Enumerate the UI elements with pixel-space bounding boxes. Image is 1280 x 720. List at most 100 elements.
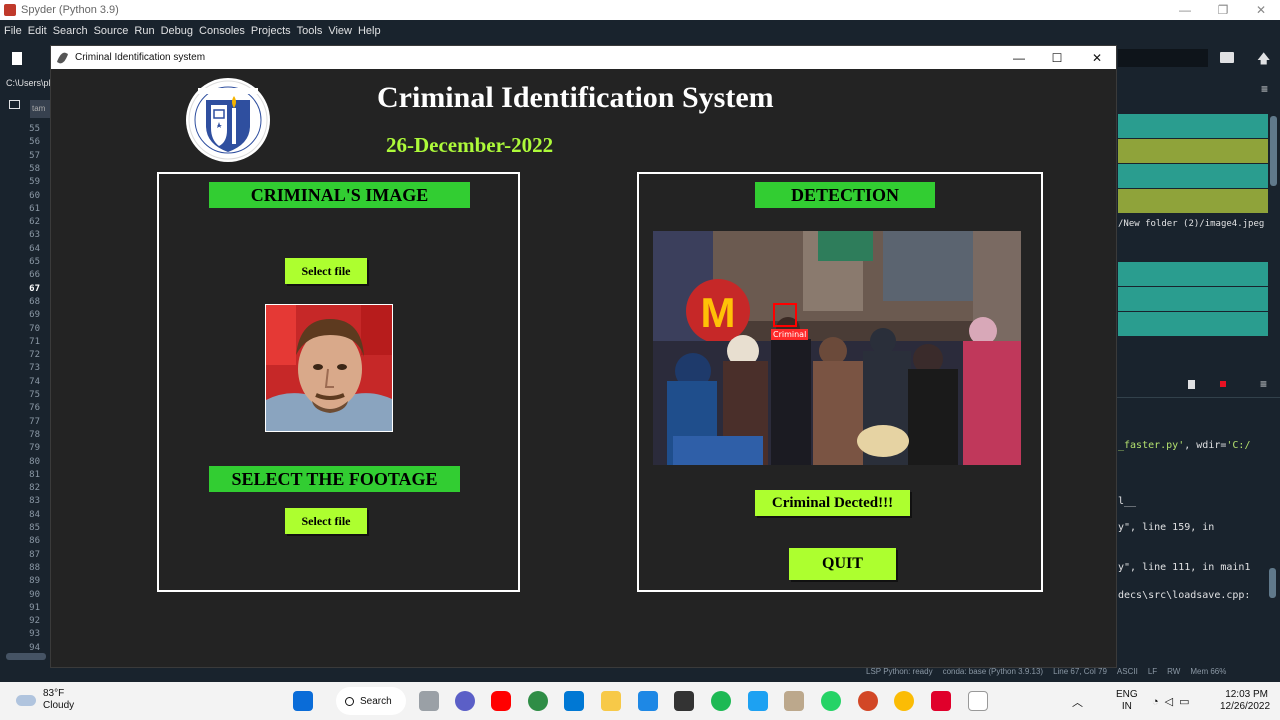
taskbar-search-label: Search xyxy=(360,695,392,707)
status-memory: Mem 66% xyxy=(1190,667,1227,676)
arrow-up-icon[interactable]: 🡅 xyxy=(1257,50,1270,72)
menu-item-file[interactable]: File xyxy=(4,25,22,37)
line-number: 80 xyxy=(29,456,40,467)
console-output[interactable]: _faster.py', wdir='C:/ l__ y", line 159, i… xyxy=(1116,400,1270,660)
browse-tabs-icon[interactable] xyxy=(9,100,20,109)
line-number: 77 xyxy=(29,416,40,427)
language-indicator[interactable]: ENG IN xyxy=(1116,689,1138,713)
menu-item-run[interactable]: Run xyxy=(134,25,154,37)
console-text: _faster.py' xyxy=(1118,440,1185,451)
menu-item-consoles[interactable]: Consoles xyxy=(199,25,245,37)
app-body: Criminal Identification System 26-Decemb… xyxy=(51,69,1116,667)
spyder-close-button[interactable]: ✕ xyxy=(1242,0,1280,20)
microsoft-store-icon[interactable] xyxy=(564,691,584,711)
chevron-up-icon[interactable]: ︿ xyxy=(1072,694,1083,710)
network-volume-battery-icon[interactable]: ◔◁▭ xyxy=(1152,695,1196,708)
document-icon[interactable] xyxy=(968,691,988,711)
geeksforgeeks-icon[interactable] xyxy=(528,691,548,711)
variable-row[interactable] xyxy=(1118,189,1268,213)
editor-horizontal-scrollbar[interactable] xyxy=(6,653,46,660)
menu-item-help[interactable]: Help xyxy=(358,25,381,37)
variable-explorer-scrollbar[interactable] xyxy=(1270,116,1277,186)
console-line: _faster.py', wdir='C:/ xyxy=(1118,440,1250,451)
line-number: 91 xyxy=(29,602,40,613)
status-encoding: ASCII xyxy=(1116,667,1138,676)
youtube-icon[interactable] xyxy=(491,691,511,711)
variable-row[interactable] xyxy=(1118,312,1268,336)
task-view-icon[interactable] xyxy=(419,691,439,711)
line-number: 87 xyxy=(29,549,40,560)
quit-button[interactable]: QUIT xyxy=(789,548,896,580)
line-number: 55 xyxy=(29,124,40,134)
cloud-icon xyxy=(16,694,36,706)
detection-tag: Criminal xyxy=(771,329,809,340)
app-icon[interactable] xyxy=(784,691,804,711)
start-icon[interactable] xyxy=(293,691,313,711)
minimize-button[interactable]: — xyxy=(1000,46,1038,69)
console-menu-icon[interactable]: ≡ xyxy=(1260,377,1267,391)
line-number: 84 xyxy=(29,509,40,520)
menu-item-source[interactable]: Source xyxy=(94,25,129,37)
trash-icon[interactable] xyxy=(1188,380,1195,389)
l-app-icon[interactable] xyxy=(638,691,658,711)
clock[interactable]: 12:03 PM 12/26/2022 xyxy=(1220,689,1270,713)
spotify-icon[interactable] xyxy=(711,691,731,711)
spyder-logo-icon xyxy=(4,4,16,16)
variable-row[interactable] xyxy=(1118,164,1268,188)
app-titlebar: Criminal Identification system — ☐ ✕ xyxy=(51,46,1116,69)
menu-item-view[interactable]: View xyxy=(328,25,352,37)
console-text: y", line 159, in xyxy=(1118,522,1215,533)
select-footage-button[interactable]: Select file xyxy=(285,508,367,534)
detection-panel: DETECTION M Criminal Criminal Dected!!! … xyxy=(637,172,1043,592)
status-mode: RW xyxy=(1167,667,1181,676)
language-region: IN xyxy=(1121,701,1132,712)
console-text: , wdir= xyxy=(1184,440,1227,451)
app-icon[interactable] xyxy=(674,691,694,711)
line-number: 67 xyxy=(29,283,40,294)
line-number: 69 xyxy=(29,310,40,321)
weather-widget[interactable]: 83°F Cloudy xyxy=(16,688,74,712)
spyder-maximize-button[interactable]: ❐ xyxy=(1204,0,1242,20)
close-button[interactable]: ✕ xyxy=(1078,46,1116,69)
twitter-icon[interactable] xyxy=(748,691,768,711)
variable-row[interactable] xyxy=(1118,287,1268,311)
variable-row[interactable] xyxy=(1118,114,1268,138)
folder-icon[interactable] xyxy=(1220,52,1234,63)
variable-row[interactable] xyxy=(1118,139,1268,163)
line-number: 82 xyxy=(29,483,40,494)
console-text: y", line 111, in main1 xyxy=(1118,562,1251,573)
line-number: 86 xyxy=(29,536,40,547)
menu-item-debug[interactable]: Debug xyxy=(161,25,193,37)
pane-menu-icon[interactable]: ≡ xyxy=(1261,82,1268,96)
line-number: 92 xyxy=(29,616,40,627)
stop-icon[interactable] xyxy=(1220,381,1226,387)
console-scrollbar[interactable] xyxy=(1269,568,1276,598)
powerpoint-icon[interactable] xyxy=(858,691,878,711)
app-title: Criminal Identification System xyxy=(377,81,774,114)
variable-row[interactable] xyxy=(1118,262,1268,286)
detection-header: DETECTION xyxy=(755,182,935,208)
language-code: ENG xyxy=(1116,689,1138,700)
select-image-button[interactable]: Select file xyxy=(285,258,367,284)
file-explorer-icon[interactable] xyxy=(601,691,621,711)
menu-item-edit[interactable]: Edit xyxy=(28,25,47,37)
menu-item-search[interactable]: Search xyxy=(53,25,88,37)
editor-tab[interactable]: tam xyxy=(30,100,52,118)
menu-item-projects[interactable]: Projects xyxy=(251,25,291,37)
spyder-minimize-button[interactable]: — xyxy=(1166,0,1204,20)
taskbar-search[interactable]: Search xyxy=(336,687,406,715)
maximize-button[interactable]: ☐ xyxy=(1038,46,1076,69)
weather-desc: Cloudy xyxy=(43,700,75,711)
app-icon[interactable] xyxy=(931,691,951,711)
line-number: 76 xyxy=(29,403,40,414)
chrome-icon[interactable] xyxy=(894,691,914,711)
new-file-icon[interactable] xyxy=(12,52,22,65)
working-directory-combo[interactable] xyxy=(1118,49,1208,67)
line-number: 79 xyxy=(29,443,40,454)
line-number: 64 xyxy=(29,243,40,254)
line-number: 57 xyxy=(29,150,40,161)
teams-chat-icon[interactable] xyxy=(455,691,475,711)
whatsapp-icon[interactable] xyxy=(821,691,841,711)
app-window: Criminal Identification system — ☐ ✕ Cri… xyxy=(50,45,1117,668)
menu-item-tools[interactable]: Tools xyxy=(297,25,323,37)
